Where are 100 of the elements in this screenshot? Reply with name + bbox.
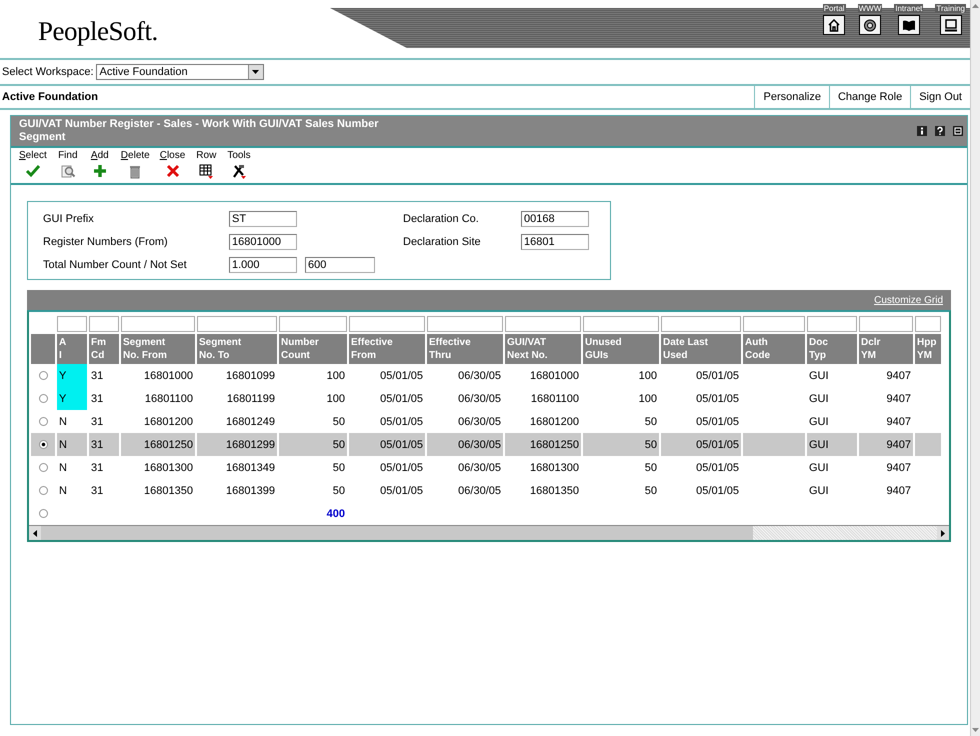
filter-field[interactable] bbox=[743, 316, 805, 332]
table-cell: 05/01/05 bbox=[380, 484, 423, 496]
table-cell: 50 bbox=[644, 484, 657, 496]
table-cell: GUI bbox=[809, 416, 829, 428]
role-link[interactable]: Change Role bbox=[828, 86, 910, 108]
table-cell: 06/30/05 bbox=[458, 392, 501, 404]
info-icon[interactable] bbox=[917, 126, 927, 136]
filter-field[interactable] bbox=[57, 316, 87, 332]
row-radio[interactable] bbox=[38, 394, 48, 404]
delete-button[interactable]: Delete bbox=[116, 150, 154, 179]
column-header[interactable]: Auth Code bbox=[743, 334, 805, 364]
scroll-down-icon[interactable] bbox=[972, 728, 979, 732]
filter-field[interactable] bbox=[349, 316, 425, 332]
column-header[interactable]: Segment No. From bbox=[121, 334, 195, 364]
filter-field[interactable] bbox=[859, 316, 913, 332]
input-field[interactable]: 1.000 bbox=[229, 256, 297, 272]
input-field[interactable]: ST bbox=[229, 210, 297, 226]
table-cell: 100 bbox=[638, 370, 657, 382]
table-cell: 9407 bbox=[886, 416, 911, 428]
filter-field[interactable] bbox=[197, 316, 277, 332]
column-header[interactable]: Unused GUIs bbox=[583, 334, 659, 364]
table-cell: 16801099 bbox=[226, 370, 275, 382]
find-button[interactable]: Find bbox=[52, 150, 83, 179]
table-cell: 05/01/05 bbox=[380, 370, 423, 382]
tools-button[interactable]: Tools bbox=[223, 150, 255, 179]
table-cell: 50 bbox=[332, 462, 345, 474]
row-radio[interactable] bbox=[38, 486, 48, 496]
filter-field[interactable] bbox=[427, 316, 503, 332]
close-button[interactable]: Close bbox=[156, 150, 190, 179]
row-radio[interactable] bbox=[38, 417, 48, 426]
nav-label: Intranet bbox=[894, 4, 924, 13]
field-label: Declaration Co. bbox=[403, 212, 480, 224]
table-cell: 05/01/05 bbox=[380, 392, 423, 404]
input-field[interactable]: 00168 bbox=[521, 210, 589, 226]
field-label: GUI Prefix bbox=[43, 212, 95, 224]
add-button[interactable]: Add bbox=[84, 150, 115, 179]
table-cell: Y bbox=[59, 370, 66, 382]
vertical-scrollbar[interactable] bbox=[970, 0, 980, 736]
column-header[interactable]: Effective From bbox=[349, 334, 425, 364]
filter-field[interactable] bbox=[121, 316, 195, 332]
filter-field[interactable] bbox=[505, 316, 581, 332]
scroll-up-icon[interactable] bbox=[972, 4, 979, 8]
row-radio[interactable] bbox=[38, 463, 48, 472]
table-cell: 31 bbox=[91, 370, 104, 382]
row-radio[interactable] bbox=[38, 440, 48, 450]
column-header[interactable]: Hpp YM bbox=[915, 334, 941, 364]
column-header[interactable]: Segment No. To bbox=[197, 334, 277, 364]
role-link[interactable]: Personalize bbox=[754, 86, 829, 108]
filter-field[interactable] bbox=[279, 316, 347, 332]
window-icon[interactable] bbox=[953, 126, 963, 136]
workspace-dropdown[interactable]: Active Foundation bbox=[96, 64, 264, 80]
total-count: 400 bbox=[326, 508, 345, 520]
help-icon[interactable] bbox=[935, 126, 945, 136]
input-field[interactable]: 600 bbox=[305, 256, 375, 272]
scroll-right-icon[interactable] bbox=[941, 530, 945, 536]
table-cell: 06/30/05 bbox=[458, 462, 501, 474]
column-header[interactable]: Fm Cd bbox=[89, 334, 119, 364]
filter-field[interactable] bbox=[89, 316, 119, 332]
book-icon bbox=[902, 18, 916, 32]
monitor-button[interactable] bbox=[940, 15, 962, 35]
filter-field[interactable] bbox=[915, 316, 941, 332]
input-field[interactable]: 16801000 bbox=[229, 234, 297, 250]
row-button[interactable]: Row bbox=[191, 150, 222, 179]
filter-field[interactable] bbox=[583, 316, 659, 332]
table-cell: 16801100 bbox=[144, 392, 193, 404]
filter-field[interactable] bbox=[661, 316, 741, 332]
globe-button[interactable] bbox=[858, 15, 881, 35]
table-cell: N bbox=[59, 438, 67, 450]
book-button[interactable] bbox=[898, 15, 920, 35]
table-cell: 31 bbox=[91, 462, 104, 474]
scroll-left-icon[interactable] bbox=[33, 530, 37, 536]
table-cell: 100 bbox=[638, 392, 657, 404]
table-cell: 50 bbox=[332, 416, 345, 428]
row-radio[interactable] bbox=[38, 371, 48, 380]
column-header[interactable]: Date Last Used bbox=[661, 334, 741, 364]
home-button[interactable] bbox=[823, 15, 846, 35]
row-radio[interactable] bbox=[38, 509, 48, 518]
table-cell: 16801349 bbox=[226, 462, 275, 474]
column-header[interactable]: A I bbox=[57, 334, 87, 364]
column-header[interactable]: Dclr YM bbox=[859, 334, 913, 364]
horizontal-scrollbar[interactable] bbox=[29, 525, 949, 540]
form-title: GUI/VAT Number Register - Sales - Work With GUI/VAT Sales Number Segment bbox=[19, 118, 380, 144]
table-cell: 05/01/05 bbox=[696, 462, 739, 474]
column-header[interactable]: Effective Thru bbox=[427, 334, 503, 364]
input-field[interactable]: 16801 bbox=[521, 234, 589, 250]
table-cell: 100 bbox=[326, 392, 345, 404]
column-header[interactable]: Number Count bbox=[279, 334, 347, 364]
column-header[interactable]: Doc Typ bbox=[807, 334, 857, 364]
customize-grid-link[interactable]: Customize Grid bbox=[874, 294, 943, 306]
column-header[interactable]: GUI/VAT Next No. bbox=[505, 334, 581, 364]
role-title: Active Foundation bbox=[1, 90, 99, 105]
table-cell: 16801000 bbox=[530, 370, 579, 382]
table-cell: 50 bbox=[332, 484, 345, 496]
filter-field[interactable] bbox=[807, 316, 857, 332]
table-cell: 16801350 bbox=[144, 484, 193, 496]
select-button[interactable]: Select bbox=[15, 150, 51, 179]
table-cell: 05/01/05 bbox=[696, 416, 739, 428]
table-cell: 05/01/05 bbox=[380, 438, 423, 450]
table-cell: 05/01/05 bbox=[696, 370, 739, 382]
nav-label: Training bbox=[935, 4, 966, 13]
